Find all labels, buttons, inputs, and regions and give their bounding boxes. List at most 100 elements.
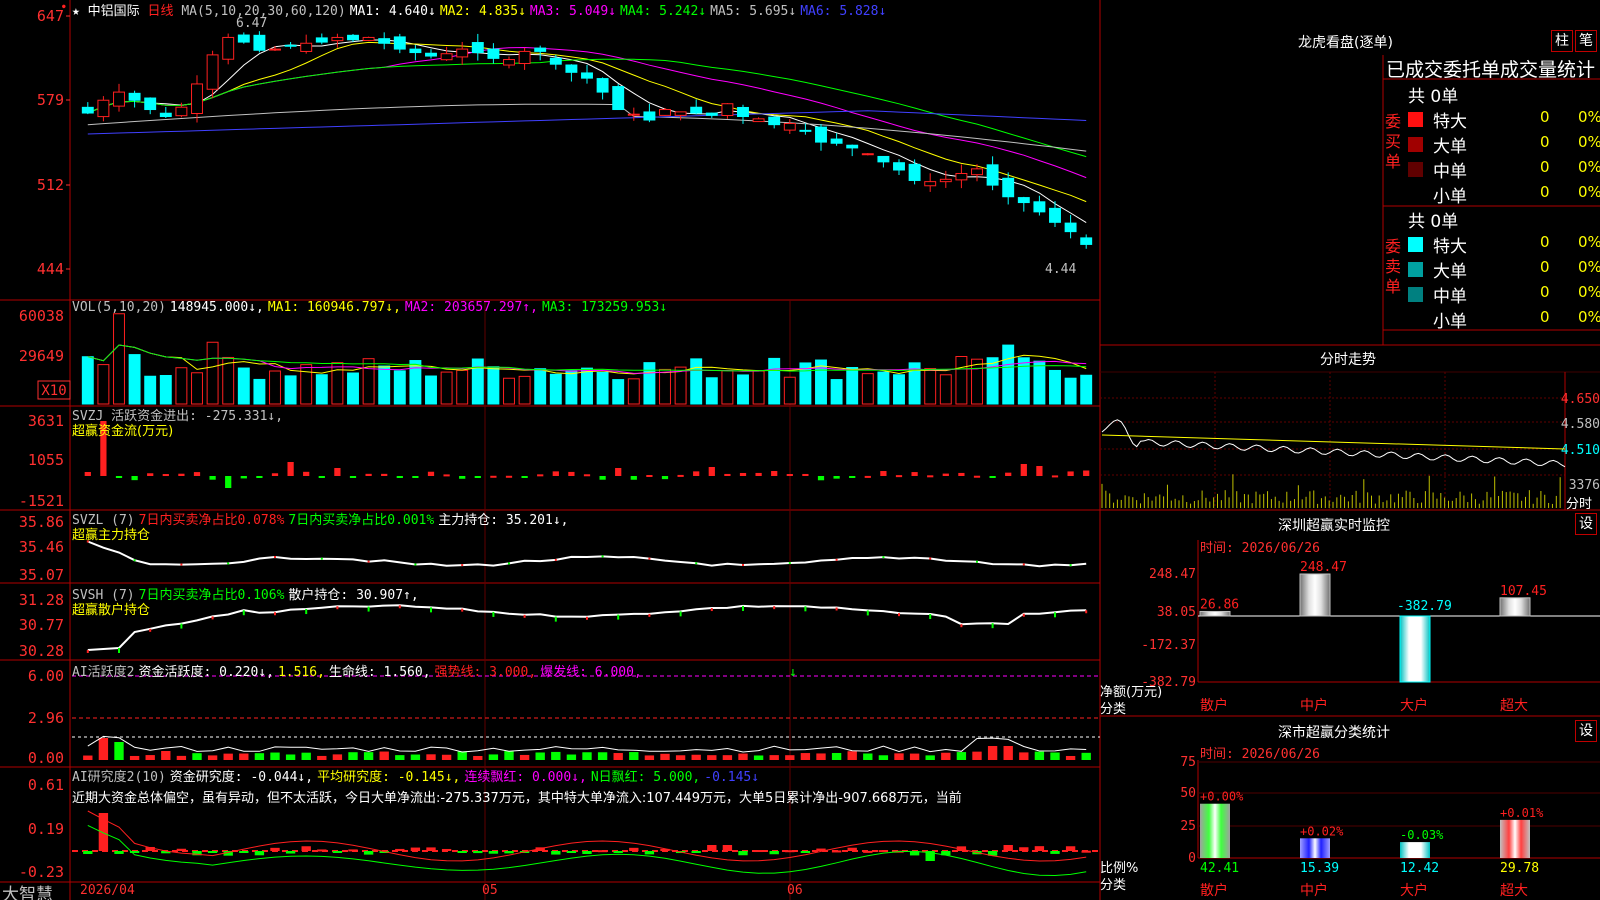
stats-settings-button[interactable]: 设 [1575,720,1597,742]
activity-bar [551,751,561,760]
stats-bar [1300,838,1330,858]
volume-bar [939,374,952,405]
candle [206,54,219,90]
candle [237,34,250,43]
candle [1033,201,1046,213]
research-bar [613,851,623,853]
candle [659,109,671,116]
retail-dot [742,605,744,611]
candle [1080,237,1093,245]
research-bar [831,850,842,853]
activity-bar [129,755,140,760]
volume-bar [409,360,422,405]
flow-bar [849,476,856,478]
candle [222,36,235,60]
bar-mode-button[interactable]: 柱 [1551,30,1573,52]
flow-bar [240,476,247,479]
buy-color-swatch [1408,112,1423,127]
indicator-value: 7日内买卖净占比0.106% [138,588,285,603]
activity-bar [1065,755,1076,760]
volume-bar [986,357,999,405]
favorite-star-icon[interactable]: ★ [72,4,80,19]
holding-dot [976,560,978,563]
flow-bar [802,473,809,476]
candle [705,112,718,116]
indicator-value: 爆发线: 6.000, [540,665,642,680]
retail-dot [991,623,994,629]
stock-name[interactable]: 中铝国际 [88,4,140,19]
flow-bar [147,473,154,476]
flow-bar [895,475,903,478]
flow-bar [1067,471,1074,476]
flow-bar [1083,470,1090,476]
research-bar [1019,847,1029,851]
ma120-line [87,110,1087,135]
volume-bar [971,358,983,405]
main-ytick: 647 [37,7,64,25]
monitor-bar [1399,615,1431,683]
flow-bar [942,473,949,476]
chart-canvas[interactable]: 6475795124446.474.44●6003829649X10363110… [0,0,1600,900]
volume-bar [737,374,749,405]
activity-bar [83,755,93,760]
research-bar [457,851,467,853]
research-bar [629,847,639,851]
research-bar [98,813,109,851]
buy-row-pct: 0% [1578,183,1600,201]
candle [986,164,999,186]
candle [737,106,749,118]
buy-row-value: 0 [1540,108,1550,126]
activity-bar [223,753,233,760]
brand-label[interactable]: 大智慧 [2,880,53,900]
candle [893,162,905,171]
candle [191,83,203,114]
flow-bar [162,474,169,477]
stats-category: 中户 [1300,882,1328,899]
vol-ytick: 60038 [19,307,64,325]
tick-mode-button[interactable]: 笔 [1575,30,1597,52]
activity-bar [800,753,811,760]
flow-bar [973,475,981,478]
vol-ytick: 29649 [19,347,64,365]
activity-bar [644,755,655,760]
fenshi-vol-label: 3376 [1569,478,1600,493]
indicator-value: VOL(5,10,20) [72,300,166,315]
candle [971,168,983,176]
flow-bar [193,472,201,476]
candle [565,64,578,73]
activity-bar [941,752,951,760]
activity-bar [145,755,155,760]
flow-bar [256,476,263,478]
activity-bar [426,754,436,760]
research-bar [847,847,857,851]
candle [471,42,484,54]
research-bar [83,851,93,855]
volume-bar [659,368,671,405]
flow-bar [443,474,450,477]
monitor-settings-button[interactable]: 设 [1575,513,1597,535]
stats-ytick: 75 [1180,755,1196,770]
flow-bar [318,476,325,478]
flow-bar [131,476,138,481]
volume-bar [144,375,157,405]
period-label[interactable]: 日线 [148,4,174,19]
stats-value-label: 29.78 [1500,861,1539,876]
stats-value-label: 42.41 [1200,861,1239,876]
sell-row-pct: 0% [1578,233,1600,251]
retail-dot [305,609,308,615]
date-label-jun: 06 [787,883,803,898]
lhb-title: 龙虎看盘(逐单) [1298,35,1393,51]
candle [861,153,874,156]
stats-change-label: +0.01% [1500,806,1544,820]
activity-bar [1034,751,1045,760]
holding-dot [180,563,183,566]
volume-bar [191,372,203,405]
flow-bar [349,476,357,478]
candle [830,138,843,144]
monitor-ytick: -172.37 [1141,638,1196,653]
buy-row-value: 0 [1540,158,1550,176]
retail-dot [274,612,276,616]
retail-dot [149,628,152,632]
ai2-header: AI研究度2(10) 资金研究度: -0.044↓, 平均研究度: -0.145↓,… [72,766,763,785]
sell-vertical-label: 委卖单 [1385,237,1402,296]
